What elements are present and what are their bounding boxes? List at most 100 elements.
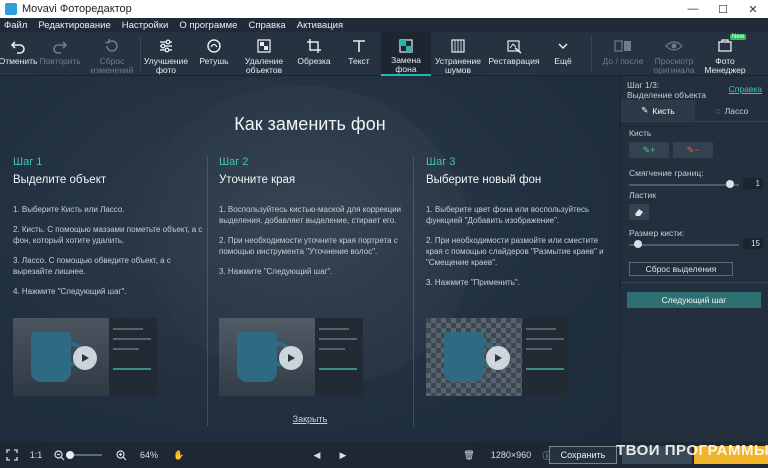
photo-manager-button[interactable]: Фото Менеджер New [700,32,750,76]
menu-settings[interactable]: Настройки [122,20,169,31]
menu-file[interactable]: Файл [4,20,27,31]
column-divider [207,156,208,426]
restore-label: Реставрация [488,56,540,66]
crop-button[interactable]: Обрезка [291,32,337,76]
panel-divider [621,282,768,283]
fullscreen-icon [6,449,18,461]
help-link[interactable]: Справка [729,84,762,94]
brush-size-value[interactable]: 15 [743,238,763,249]
panel-line [319,338,357,340]
menu-help[interactable]: Справка [248,20,285,31]
eraser-button[interactable] [629,204,649,220]
zoom-in-icon[interactable] [114,449,128,461]
denoise-button[interactable]: Устранение шумов [431,32,485,76]
redo-icon [52,37,68,55]
reset-changes-button[interactable]: Сброс изменений [84,32,140,76]
maximize-button[interactable]: ☐ [708,0,738,18]
menu-edit[interactable]: Редактирование [38,20,110,31]
step-line: 3. Нажмите "Применить". [426,278,520,287]
fullscreen-button[interactable] [0,449,24,461]
retouch-button[interactable]: Ретушь [191,32,237,76]
play-icon[interactable] [279,346,303,370]
step-heading: Уточните края [219,174,296,186]
panel-line [526,328,556,330]
next-step-button[interactable]: Следующий шаг [627,292,761,308]
replace-background-label: Замена фона [391,55,421,74]
brush-size-slider-knob[interactable] [633,240,642,248]
step-text: 1. Воспользуйтесь кистью-маской для корр… [219,204,409,277]
redo-button[interactable]: Повторить [36,32,84,76]
reset-selection-button[interactable]: Сброс выделения [629,262,733,276]
restore-button[interactable]: Реставрация [485,32,543,76]
step-2-video-thumbnail[interactable] [219,318,363,396]
undo-icon [10,37,26,55]
tab-lasso[interactable]: ◌ Лассо [695,100,768,121]
replace-background-icon [398,37,414,54]
softness-value[interactable]: 1 [743,178,763,189]
brush-add-button[interactable]: ✎ + [629,142,669,158]
mug-image [31,332,71,382]
step-3: Шаг 3 Выберите новый фон 1. Выберите цве… [426,156,616,297]
softness-slider-knob[interactable] [726,180,735,188]
step-line: 2. При необходимости размойте или смести… [426,236,604,267]
step-text: 1. Выберите Кисть или Лассо. 2. Кисть. С… [13,204,203,297]
zoom-out-icon[interactable] [52,449,66,461]
denoise-icon [450,37,466,55]
step-1: Шаг 1 Выделите объект 1. Выберите Кисть … [13,156,203,306]
watermark: ТВОИ ПРОГРАММЫ РУ [616,442,768,459]
step-indicator: Шаг 1/3: Выделение объекта [627,80,706,100]
play-icon[interactable] [486,346,510,370]
step-text: 1. Выберите цвет фона или воспользуйтесь… [426,204,616,288]
menu-activation[interactable]: Активация [297,20,343,31]
brush-plus-label: + [650,145,656,155]
more-button[interactable]: Ещё [543,32,583,76]
mug-image [237,332,277,382]
zoom-level: 64% [139,450,158,460]
before-after-button[interactable]: До / после [598,32,648,76]
menu-about[interactable]: О программе [179,20,237,31]
step-2: Шаг 2 Уточните края 1. Воспользуйтесь ки… [219,156,409,286]
window-title: Movavi Фоторедактор [22,3,132,15]
save-button[interactable]: Сохранить [549,446,617,464]
undo-button[interactable]: Отменить [0,32,37,76]
sliders-icon [158,37,174,55]
before-after-icon [614,37,632,55]
panel-line [319,328,349,330]
thumbnail-panel [522,318,570,396]
remove-objects-button[interactable]: Удаление объектов [237,32,291,76]
step-number: Шаг 2 [219,156,249,168]
replace-background-button[interactable]: Замена фона [381,32,431,76]
previous-image-icon[interactable]: ◀ [308,450,326,461]
trash-icon[interactable]: 🗑 [460,450,478,461]
reset-icon [104,37,120,55]
step-3-video-thumbnail[interactable] [426,318,570,396]
minimize-button[interactable]: — [678,0,708,18]
text-button[interactable]: Текст [337,32,381,76]
mug-image [444,332,484,382]
text-label: Текст [348,56,370,66]
actual-size-button[interactable]: 1:1 [24,450,48,460]
remove-objects-icon [256,37,272,55]
softness-slider[interactable] [629,184,739,186]
play-icon[interactable] [73,346,97,370]
photo-canvas[interactable]: Как заменить фон Шаг 1 Выделите объект 1… [0,76,620,442]
crop-label: Обрезка [297,56,331,66]
close-overlay-link[interactable]: Закрыть [0,414,620,424]
zoom-slider-knob[interactable] [65,451,74,459]
brush-minus-icon: ✎ [686,144,695,155]
redo-label: Повторить [39,56,81,66]
retouch-label: Ретушь [199,56,229,66]
menu-bar: Файл Редактирование Настройки О программ… [0,18,768,32]
view-original-button[interactable]: Просмотр оригинала [648,32,700,76]
next-image-icon[interactable]: ▶ [334,450,352,461]
close-button[interactable]: ✕ [738,0,768,18]
step-indicator-line: Шаг 1/3: [627,80,660,90]
tab-brush[interactable]: ✎ Кисть [621,100,695,121]
hand-tool-icon[interactable]: ✋ [170,450,188,461]
enhance-button[interactable]: Улучшение фото [141,32,191,76]
eye-icon [665,37,683,55]
view-original-label: Просмотр оригинала [653,56,695,75]
brush-remove-button[interactable]: ✎ − [673,142,713,158]
step-1-video-thumbnail[interactable] [13,318,157,396]
brush-size-slider[interactable] [629,244,739,246]
